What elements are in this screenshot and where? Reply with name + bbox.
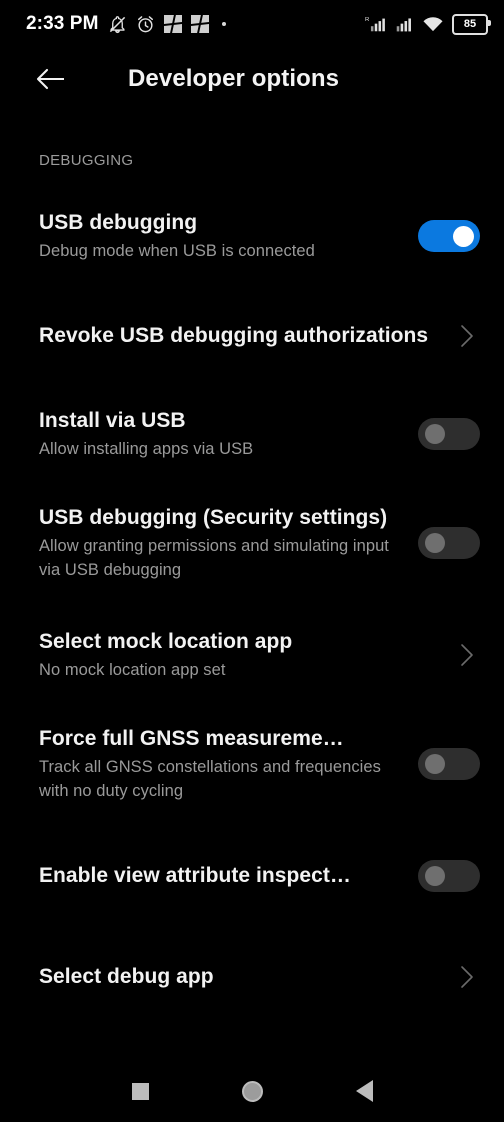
chevron-right-icon[interactable] [454, 642, 480, 668]
battery-level-label: 85 [463, 17, 477, 30]
list-item[interactable]: Force full GNSS measureme… Track all GNS… [0, 725, 504, 803]
app-notification-icon [190, 15, 209, 33]
list-item[interactable]: Select mock location app No mock locatio… [0, 627, 504, 683]
usb-debugging-toggle[interactable] [418, 220, 480, 252]
alarm-icon [136, 15, 155, 34]
settings-scroll-list[interactable]: DEBUGGING USB debugging Debug mode when … [0, 110, 504, 1060]
row-texts: Install via USB Allow installing apps vi… [39, 407, 418, 462]
section-header-debugging: DEBUGGING [39, 152, 134, 169]
install-via-usb-toggle[interactable] [418, 418, 480, 450]
toggle-knob [425, 865, 445, 886]
row-subtitle: Debug mode when USB is connected [39, 241, 315, 260]
back-triangle-shape [355, 1080, 373, 1102]
status-bar-left: 2:33 PM [26, 13, 365, 35]
home-circle-shape [241, 1080, 263, 1102]
row-title: Force full GNSS measureme… [39, 726, 344, 750]
toggle-knob [453, 225, 474, 247]
list-item[interactable]: Select debug app [0, 949, 504, 1005]
usb-debugging-security-toggle[interactable] [418, 526, 480, 559]
row-subtitle: Allow granting permissions and simulatin… [39, 537, 389, 579]
row-texts: Force full GNSS measureme… Track all GNS… [39, 725, 418, 803]
back-arrow-icon[interactable] [34, 62, 68, 96]
row-texts: Select debug app [39, 963, 454, 991]
back-icon[interactable] [337, 1068, 391, 1114]
signal-icon [395, 15, 414, 34]
toggle-knob [425, 532, 445, 553]
chevron-right-icon[interactable] [454, 964, 480, 990]
status-bar-right: R 85 [365, 13, 491, 35]
status-bar-clock: 2:33 PM [26, 13, 99, 34]
row-title: Enable view attribute inspect… [39, 863, 351, 887]
list-item[interactable]: USB debugging (Security settings) Allow … [0, 504, 504, 582]
row-title: USB debugging (Security settings) [39, 506, 388, 529]
force-full-gnss-toggle[interactable] [418, 747, 480, 780]
phone-screen: 2:33 PM R 85 Developer options DEBUGGING… [0, 0, 504, 1122]
list-item[interactable]: USB debugging Debug mode when USB is con… [0, 208, 504, 264]
row-title: Select debug app [39, 964, 214, 988]
page-title: Developer options [128, 65, 340, 92]
home-icon[interactable] [225, 1068, 279, 1114]
app-notification-icon [163, 15, 182, 33]
row-texts: USB debugging (Security settings) Allow … [39, 504, 418, 582]
row-title: Select mock location app [39, 629, 293, 653]
battery-icon: 85 [452, 13, 491, 35]
row-subtitle: No mock location app set [39, 660, 226, 679]
recents-icon[interactable] [113, 1068, 167, 1114]
navigation-bar [0, 1060, 504, 1122]
row-title: Revoke USB debugging authorizations [39, 323, 429, 347]
app-bar: Developer options [0, 48, 504, 110]
wifi-icon [422, 15, 444, 34]
chevron-right-icon[interactable] [454, 323, 480, 349]
recents-square-shape [131, 1082, 149, 1100]
row-subtitle: Track all GNSS constellations and freque… [39, 758, 381, 800]
row-texts: Select mock location app No mock locatio… [39, 628, 454, 683]
more-notifications-dot-icon [221, 22, 226, 26]
toggle-knob [425, 753, 445, 774]
list-item[interactable]: Revoke USB debugging authorizations [0, 308, 504, 364]
row-texts: Enable view attribute inspect… [39, 862, 418, 890]
svg-text:R: R [365, 17, 369, 23]
row-title: Install via USB [39, 408, 186, 432]
enable-view-attribute-inspection-toggle[interactable] [418, 859, 480, 892]
notifications-silenced-icon [108, 15, 127, 34]
list-item[interactable]: Enable view attribute inspect… [0, 848, 504, 904]
status-bar: 2:33 PM R 85 [0, 0, 504, 48]
row-texts: USB debugging Debug mode when USB is con… [39, 209, 418, 264]
row-title: USB debugging [39, 210, 198, 234]
signal-roaming-icon: R [365, 15, 387, 34]
toggle-knob [425, 424, 445, 444]
row-subtitle: Allow installing apps via USB [39, 439, 254, 458]
row-texts: Revoke USB debugging authorizations [39, 322, 454, 350]
list-item[interactable]: Install via USB Allow installing apps vi… [0, 406, 504, 462]
